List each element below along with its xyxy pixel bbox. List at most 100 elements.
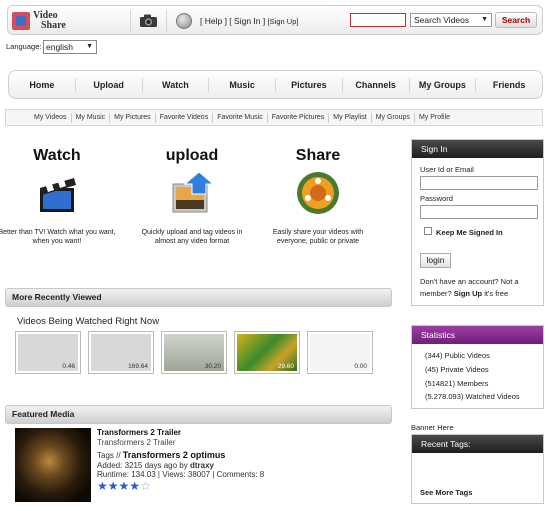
sign-up-link[interactable]: Sign Up — [454, 289, 482, 298]
sign-in-panel: Sign In User Id or Email Password Keep M… — [411, 139, 544, 306]
sign-in-header: Sign In — [412, 140, 543, 158]
subnav-my-profile[interactable]: My Profile — [415, 113, 454, 123]
logo-line2: Share — [41, 20, 66, 31]
added-text: Added: 3215 days ago by — [97, 460, 190, 470]
video-thumbnail[interactable]: 29.60 — [234, 331, 300, 374]
see-more-tags-link[interactable]: See More Tags — [420, 488, 472, 497]
feature-share: Share Easily share your videos with ever… — [258, 147, 378, 246]
star-icon: ★ — [129, 478, 141, 493]
featured-media-bar[interactable]: Featured Media — [5, 405, 392, 424]
featured-added: Added: 3215 days ago by dtraxy — [97, 461, 264, 471]
feature-watch: Watch Better than TV! Watch what you wan… — [0, 147, 117, 246]
thumbnail-runtime: 0.46 — [62, 363, 75, 370]
thumbnail-image: 30.20 — [164, 334, 224, 371]
language-select[interactable]: english ▼ — [43, 40, 97, 54]
user-id-field[interactable] — [420, 176, 538, 190]
nav-friends[interactable]: Friends — [476, 78, 542, 92]
stat-private-videos: (45) Private Videos — [425, 364, 489, 374]
video-thumbnail[interactable]: 0.00 — [307, 331, 373, 374]
nav-my-groups[interactable]: My Groups — [410, 77, 477, 92]
sign-in-link[interactable]: Sign In — [234, 16, 260, 26]
language-value: english — [46, 42, 73, 52]
sub-nav: My Videos My Music My Pictures Favorite … — [5, 109, 543, 126]
statistics-panel: Statistics (344) Public Videos (45) Priv… — [411, 325, 544, 409]
banner-placeholder: Banner Here — [411, 423, 454, 432]
video-thumbnail[interactable]: 30.20 — [161, 331, 227, 374]
subnav-favorite-pictures[interactable]: Favorite Pictures — [268, 112, 330, 123]
help-link[interactable]: Help — [205, 16, 222, 26]
nav-upload[interactable]: Upload — [76, 77, 143, 92]
sign-up-link[interactable]: [Sign Up] — [268, 17, 299, 26]
search-type-select[interactable]: Search Videos ▼ — [410, 13, 492, 27]
search-input[interactable] — [350, 13, 406, 27]
stat-watched-videos: (5.278.093) Watched Videos — [425, 392, 520, 402]
share-globe-icon[interactable] — [295, 170, 341, 216]
logo-icon — [12, 12, 30, 30]
video-thumbnail[interactable]: 0.46 — [15, 331, 81, 374]
camera-icon — [140, 14, 157, 27]
subnav-my-videos[interactable]: My Videos — [30, 112, 72, 123]
site-logo[interactable]: Video Share — [12, 10, 72, 32]
keep-signed-in-checkbox[interactable] — [424, 227, 432, 235]
subnav-favorite-videos[interactable]: Favorite Videos — [156, 112, 214, 123]
login-button[interactable]: login — [420, 253, 451, 268]
nav-pictures[interactable]: Pictures — [276, 77, 343, 92]
thumbnail-image: 29.60 — [237, 334, 297, 371]
thumbnail-runtime: 169.64 — [128, 363, 148, 370]
subnav-my-groups[interactable]: My Groups — [372, 112, 415, 123]
uploader-link[interactable]: dtraxy — [190, 461, 214, 470]
language-label: Language: — [6, 42, 42, 51]
featured-tags: Tags // Transformers 2 optimus — [97, 450, 264, 461]
thumbnail-image: 0.46 — [18, 334, 78, 371]
search-button[interactable]: Search — [495, 12, 537, 28]
star-icon: ★ — [97, 478, 108, 493]
tag-links[interactable]: Transformers 2 optimus — [123, 450, 226, 460]
feature-text: Better than TV! Watch what you want, whe… — [0, 229, 116, 245]
featured-subtitle: Transformers 2 Trailer — [97, 437, 176, 447]
tags-label: Tags // — [97, 451, 123, 460]
top-bar: Video Share [ Help ] [ Sign In ] [Sign U… — [7, 5, 543, 35]
nav-watch[interactable]: Watch — [143, 77, 210, 92]
nav-channels[interactable]: Channels — [343, 77, 410, 92]
feature-text: Easily share your videos with everyone, … — [272, 229, 364, 245]
stat-public-videos: (344) Public Videos — [425, 351, 490, 360]
video-thumbnail[interactable]: 169.64 — [88, 331, 154, 374]
recently-viewed-bar[interactable]: More Recently Viewed — [5, 288, 392, 307]
feature-upload: upload Quickly upload and tag videos in … — [132, 147, 252, 246]
bracket: ] — [260, 16, 268, 26]
chevron-down-icon: ▼ — [86, 43, 93, 50]
password-field[interactable] — [420, 205, 538, 219]
subnav-my-pictures[interactable]: My Pictures — [110, 112, 156, 123]
logo-text: Video Share — [33, 11, 66, 31]
statistics-header: Statistics — [412, 326, 543, 344]
upload-photo-icon[interactable] — [169, 170, 215, 216]
feature-text: Quickly upload and tag videos in almost … — [141, 229, 243, 245]
search-type-value: Search Videos — [414, 15, 470, 25]
recent-tags-panel: Recent Tags: See More Tags — [411, 434, 544, 504]
clapperboard-icon[interactable] — [34, 170, 80, 216]
password-label: Password — [420, 194, 453, 203]
bracket: ] [ — [222, 16, 235, 26]
stat-members: (514821) Members — [425, 378, 489, 388]
rating-stars[interactable]: ★★★★☆ — [97, 478, 264, 493]
main-nav: Home Upload Watch Music Pictures Channel… — [8, 70, 543, 99]
feature-title: Share — [295, 147, 341, 164]
thumbnail-image: 169.64 — [91, 334, 151, 371]
featured-title-link[interactable]: Transformers 2 Trailer — [97, 428, 264, 438]
subnav-my-music[interactable]: My Music — [72, 112, 111, 123]
subnav-favorite-music[interactable]: Favorite Music — [213, 112, 268, 123]
subnav-my-playlist[interactable]: My Playlist — [329, 112, 372, 123]
nav-home[interactable]: Home — [9, 77, 76, 92]
star-empty-icon: ☆ — [140, 478, 151, 493]
chevron-down-icon: ▼ — [481, 16, 488, 23]
signup-prompt: Don't have an account? Not a member? Sig… — [420, 276, 538, 300]
account-links: [ Help ] [ Sign In ] [Sign Up] — [200, 16, 298, 26]
user-id-label: User Id or Email — [420, 165, 474, 174]
feature-title: Watch — [33, 147, 81, 164]
keep-signed-in-label: Keep Me Signed In — [436, 228, 503, 237]
featured-thumbnail[interactable] — [15, 428, 91, 502]
thumbnail-runtime: 29.60 — [277, 363, 294, 370]
globe-icon — [176, 13, 192, 29]
recent-tags-header: Recent Tags: — [412, 435, 543, 453]
nav-music[interactable]: Music — [209, 77, 276, 92]
